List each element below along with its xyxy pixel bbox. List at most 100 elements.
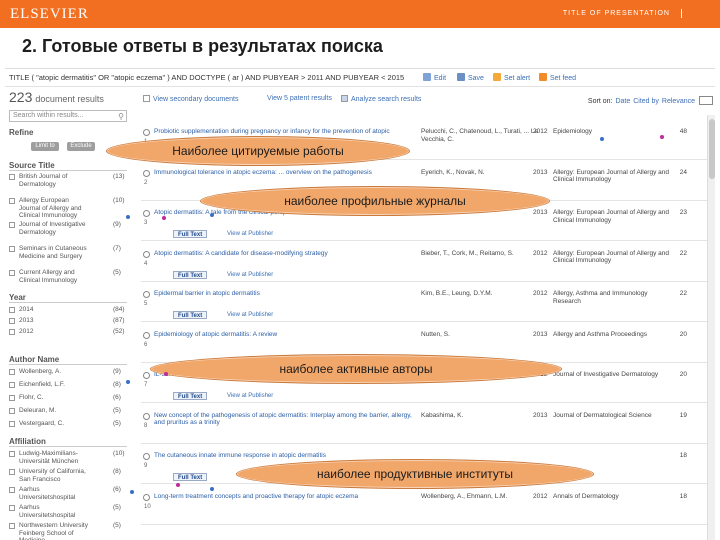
document-source[interactable]: Annals of Dermatology [553, 493, 673, 501]
checkbox[interactable] [9, 523, 15, 529]
facet-name: Ludwig-Maximilians-Universität München [19, 450, 79, 465]
scrollbar-thumb[interactable] [709, 119, 715, 179]
callout-pointer-dot [162, 216, 166, 220]
document-year: 2013 [533, 168, 548, 176]
select-checkbox[interactable] [143, 129, 150, 136]
checkbox[interactable] [9, 505, 15, 511]
row-number: 10 [144, 503, 151, 510]
full-text-button[interactable]: Full Text [173, 392, 208, 400]
document-authors[interactable]: Bieber, T., Cork, M., Reitamo, S. [421, 250, 541, 258]
document-source[interactable]: Allergy: European Journal of Allergy and… [553, 250, 673, 265]
select-checkbox[interactable] [143, 210, 150, 217]
row-number: 7 [144, 382, 148, 388]
search-within-input[interactable]: Search within results... ⚲ [9, 110, 127, 122]
view-at-publisher-link[interactable]: View at Publisher [227, 230, 273, 238]
checkbox[interactable] [9, 307, 15, 313]
document-authors[interactable]: Kim, B.E., Leung, D.Y.M. [421, 290, 541, 298]
document-source[interactable]: Journal of Dermatological Science [553, 412, 673, 420]
document-title-link[interactable]: Atopic dermatitis: A candidate for disea… [154, 250, 412, 258]
checkbox[interactable] [9, 369, 15, 375]
document-source[interactable]: Journal of Investigative Dermatology [553, 371, 673, 379]
row-number: 5 [144, 301, 148, 307]
document-title-link[interactable]: Long-term treatment concepts and proacti… [154, 493, 412, 501]
cited-by-count[interactable]: 23 [680, 209, 687, 216]
save-search-button[interactable]: Save [457, 73, 484, 82]
full-text-button[interactable]: Full Text [173, 311, 208, 319]
document-source[interactable]: Allergy: European Journal of Allergy and… [553, 209, 673, 224]
select-checkbox[interactable] [143, 331, 150, 339]
document-source[interactable]: Allergy: European Journal of Allergy and… [553, 169, 673, 184]
checkbox[interactable] [9, 174, 15, 180]
search-icon[interactable]: ⚲ [118, 112, 124, 121]
exclude-button[interactable]: Exclude [67, 142, 95, 151]
select-checkbox[interactable] [143, 291, 150, 298]
full-text-button[interactable]: Full Text [173, 230, 208, 238]
checkbox[interactable] [9, 451, 15, 457]
checkbox[interactable] [9, 198, 15, 204]
select-checkbox[interactable] [143, 412, 150, 420]
cited-by-count[interactable]: 20 [680, 371, 687, 378]
document-title-link[interactable]: Immunological tolerance in atopic eczema… [154, 169, 412, 177]
tool-secondary-documents[interactable]: View secondary documents [143, 95, 238, 103]
cited-by-count[interactable]: 24 [680, 169, 687, 176]
set-alert-button[interactable]: Set alert [493, 73, 530, 82]
document-authors[interactable]: Nutten, S. [421, 331, 541, 339]
cited-by-count[interactable]: 22 [680, 250, 687, 257]
limit-to-button[interactable]: Limit to [31, 142, 59, 151]
sort-label: Sort on: [587, 98, 613, 105]
document-title-link[interactable]: Epidermal barrier in atopic dermatitis [154, 290, 412, 298]
cited-by-count[interactable]: 19 [680, 412, 687, 419]
facet-name: Deleuran, M. [19, 407, 57, 414]
document-authors[interactable]: Wollenberg, A., Ehmann, L.M. [421, 493, 541, 501]
document-source[interactable]: Epidemiology [553, 128, 673, 136]
checkbox[interactable] [9, 382, 15, 388]
results-count: 223 document results [9, 89, 104, 105]
checkbox[interactable] [9, 469, 15, 475]
scrollbar[interactable] [707, 115, 715, 540]
cited-by-count[interactable]: 22 [680, 290, 687, 297]
document-authors[interactable]: Pelucchi, C., Chatenoud, L., Turati, ...… [421, 128, 541, 143]
document-title-link[interactable]: The cutaneous innate immune response in … [154, 452, 412, 460]
document-title-link[interactable]: New concept of the pathogenesis of atopi… [154, 412, 412, 427]
checkbox[interactable] [9, 395, 15, 401]
full-text-button[interactable]: Full Text [173, 473, 208, 481]
select-checkbox[interactable] [143, 250, 150, 258]
checkbox[interactable] [9, 408, 15, 414]
document-source[interactable]: Allergy and Asthma Proceedings [553, 331, 673, 339]
select-checkbox[interactable] [143, 453, 150, 460]
checkbox[interactable] [9, 270, 15, 276]
cited-by-count[interactable]: 48 [680, 128, 687, 135]
checkbox[interactable] [9, 329, 15, 335]
document-authors[interactable]: Eyerich, K., Novak, N. [421, 169, 541, 177]
sort-relevance[interactable]: Relevance [662, 98, 695, 105]
sort-date[interactable]: Date [615, 98, 630, 105]
tool-patent-results[interactable]: View 5 patent results [267, 95, 332, 102]
view-at-publisher-link[interactable]: View at Publisher [227, 392, 273, 400]
checkbox[interactable] [9, 421, 15, 427]
document-authors[interactable]: Kabashima, K. [421, 412, 541, 420]
checkbox[interactable] [9, 246, 15, 252]
document-title-link[interactable]: Probiotic supplementation during pregnan… [154, 128, 412, 136]
select-checkbox[interactable] [143, 493, 150, 501]
edit-query-button[interactable]: Edit [423, 73, 446, 82]
sort-cited-by[interactable]: Cited by [633, 98, 659, 105]
view-at-publisher-link[interactable]: View at Publisher [227, 271, 273, 279]
checkbox[interactable] [9, 222, 15, 228]
document-source[interactable]: Allergy, Asthma and Immunology Research [553, 290, 673, 305]
cited-by-count[interactable]: 18 [680, 452, 687, 459]
row-number: 2 [144, 179, 148, 186]
document-title-link[interactable]: Epidemiology of atopic dermatitis: A rev… [154, 331, 412, 339]
full-text-button[interactable]: Full Text [173, 270, 208, 279]
affiliation-heading: Affiliation [9, 437, 46, 446]
cited-by-count[interactable]: 20 [680, 331, 687, 338]
sort-order-select[interactable] [699, 96, 713, 105]
callout-pointer-dot [176, 483, 180, 487]
tool-analyze-results[interactable]: Analyze search results [341, 95, 421, 103]
checkbox[interactable] [9, 318, 15, 324]
checkbox[interactable] [9, 487, 15, 493]
cited-by-count[interactable]: 18 [680, 493, 687, 500]
select-checkbox[interactable] [143, 169, 150, 177]
view-at-publisher-link[interactable]: View at Publisher [227, 311, 273, 319]
set-feed-button[interactable]: Set feed [539, 73, 576, 82]
select-checkbox[interactable] [143, 372, 150, 379]
